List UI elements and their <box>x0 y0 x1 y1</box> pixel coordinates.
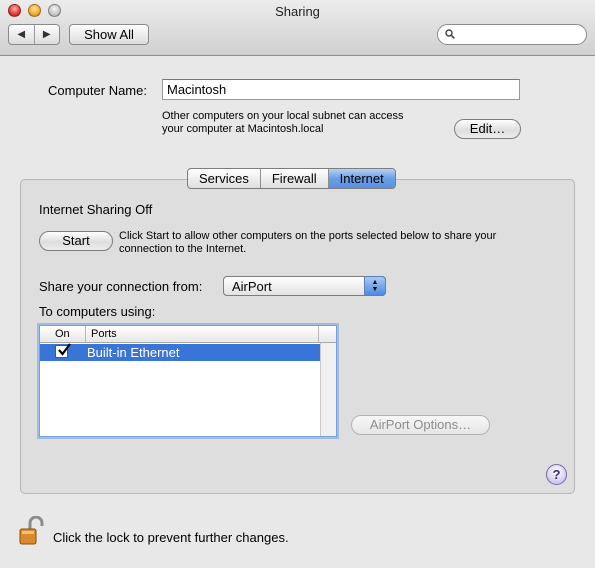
search-field[interactable] <box>437 24 587 45</box>
tab-services[interactable]: Services <box>188 169 261 188</box>
share-from-value: AirPort <box>232 279 272 294</box>
port-name: Built-in Ethernet <box>87 345 180 360</box>
forward-arrow-icon: ▶ <box>42 29 51 40</box>
nav-buttons: ◀ ▶ <box>8 24 60 45</box>
show-all-button[interactable]: Show All <box>69 24 149 45</box>
table-row[interactable]: Built-in Ethernet <box>40 343 320 361</box>
tab-internet[interactable]: Internet <box>328 169 395 188</box>
search-icon <box>445 29 455 39</box>
airport-options-button[interactable]: AirPort Options… <box>351 415 490 435</box>
tab-bar: Services Firewall Internet <box>187 168 396 189</box>
lock-message: Click the lock to prevent further change… <box>53 530 289 545</box>
port-checkbox[interactable] <box>55 343 71 358</box>
ports-list[interactable]: On Ports Built-in Ethernet <box>39 325 337 437</box>
computer-info-line1: Other computers on your local subnet can… <box>162 110 404 122</box>
lock-icon[interactable] <box>19 516 45 546</box>
popup-arrows-icon: ▲ ▼ <box>364 276 386 296</box>
start-description-line2: connection to the Internet. <box>119 243 247 255</box>
column-header-on[interactable]: On <box>50 326 86 342</box>
to-computers-label: To computers using: <box>39 304 156 319</box>
window-title: Sharing <box>275 4 320 19</box>
toolbar: Sharing ◀ ▶ Show All <box>0 0 595 56</box>
column-header-ports[interactable]: Ports <box>86 326 319 342</box>
back-arrow-icon: ◀ <box>17 29 26 40</box>
share-from-popup[interactable]: AirPort ▲ ▼ <box>223 276 386 296</box>
start-button[interactable]: Start <box>39 231 113 251</box>
help-button[interactable]: ? <box>546 464 567 485</box>
sharing-status: Internet Sharing Off <box>39 202 153 217</box>
back-button[interactable]: ◀ <box>9 25 35 44</box>
share-from-label: Share your connection from: <box>39 279 203 294</box>
computer-name-label: Computer Name: <box>48 83 147 98</box>
list-scrollbar[interactable] <box>320 343 336 436</box>
forward-button[interactable]: ▶ <box>35 25 60 44</box>
computer-name-input[interactable]: Macintosh <box>162 79 520 100</box>
sharing-window: Sharing ◀ ▶ Show All Computer Name: Maci… <box>0 0 595 568</box>
edit-button[interactable]: Edit… <box>454 119 521 139</box>
computer-info-line2: your computer at Macintosh.local <box>162 123 324 135</box>
list-header: On Ports <box>40 326 336 343</box>
tab-firewall[interactable]: Firewall <box>261 169 329 188</box>
start-description-line1: Click Start to allow other computers on … <box>119 230 497 242</box>
checkmark-icon <box>58 343 71 356</box>
